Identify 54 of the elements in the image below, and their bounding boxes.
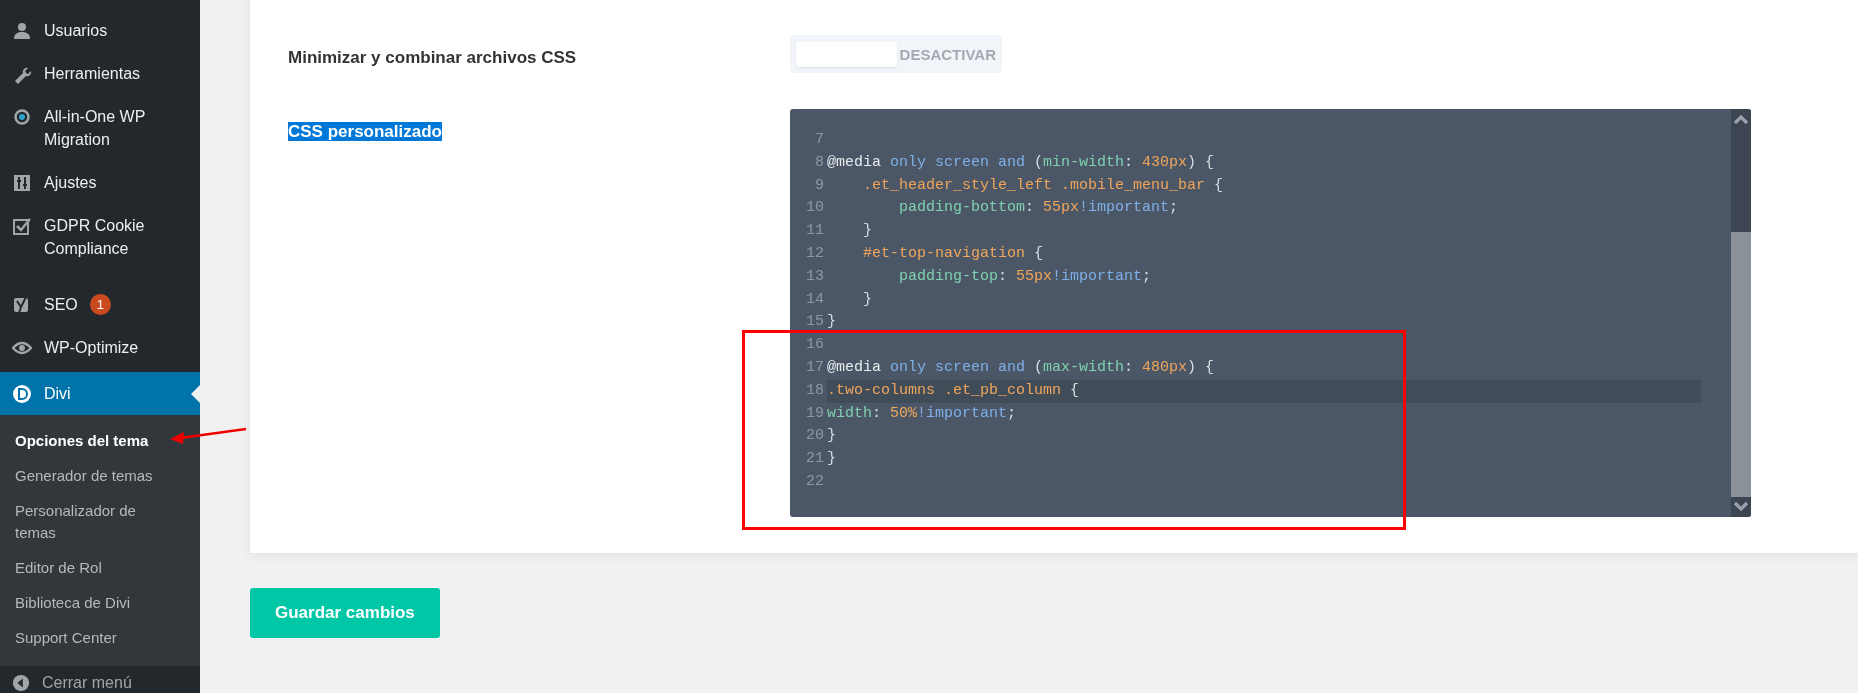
line-number: 12 [805, 244, 825, 264]
code-line: } [862, 221, 873, 242]
menu-item[interactable]: GDPR Cookie Compliance [0, 207, 200, 267]
code-line: padding-bottom: 55px!important; [898, 198, 1180, 219]
submenu-item[interactable]: Biblioteca de Divi [15, 585, 131, 620]
scrollbar[interactable] [1731, 109, 1751, 517]
code-line: #et-top-navigation { [862, 244, 1045, 264]
menu-item[interactable]: Ajustes [0, 164, 200, 201]
d-logo-icon [12, 384, 32, 404]
submenu-item[interactable]: Opciones del tema [15, 423, 149, 458]
line-number: 14 [805, 289, 825, 310]
setting-label: Minimizar y combinar archivos CSS [288, 48, 577, 67]
code-line: .et_header_style_left .mobile_menu_bar { [862, 175, 1225, 196]
code-line: @media only screen and (min-width: 430px) { [827, 152, 1216, 173]
notification-badge: 1 [89, 294, 111, 315]
code-line: padding-top: 55px!important; [898, 266, 1153, 287]
menu-item[interactable]: WP-Optimize [0, 329, 200, 366]
menu-item[interactable]: All-in-One WP Migration [0, 98, 200, 158]
line-number: 15 [805, 312, 825, 333]
submenu-item[interactable]: Editor de Rol [15, 550, 102, 585]
menu-item[interactable]: Usuarios [0, 12, 200, 49]
line-number: 9 [814, 175, 825, 196]
line-number: 17 [805, 357, 825, 378]
line-number: 13 [805, 266, 825, 287]
code-line: } [827, 426, 837, 447]
menu-item[interactable]: Divi [0, 372, 200, 415]
current-menu-pointer [191, 384, 200, 403]
menu-item[interactable]: Herramientas [0, 55, 200, 92]
setting-label: CSS personalizado [288, 122, 442, 141]
code-editor[interactable] [790, 109, 1751, 517]
sliders-icon [12, 173, 32, 193]
user-icon [12, 21, 32, 41]
checkbox-icon [12, 216, 32, 236]
line-number: 7 [814, 130, 825, 150]
collapse-menu-button[interactable]: Cerrar menú [0, 665, 200, 693]
line-number: 10 [805, 198, 825, 219]
menu-item[interactable]: SEO 1 [0, 286, 200, 323]
line-number: 22 [805, 471, 825, 492]
line-number: 18 [805, 380, 825, 401]
line-number: 19 [805, 403, 825, 424]
code-line: } [827, 312, 837, 333]
submenu-item[interactable]: Generador de temas [15, 458, 153, 493]
sync-icon [12, 107, 32, 127]
code-line: } [827, 449, 837, 470]
line-number: 21 [805, 449, 825, 470]
submenu-item[interactable]: Personalizador de temas [15, 493, 165, 550]
line-number: 16 [805, 335, 825, 356]
line-number: 8 [814, 152, 825, 173]
line-number: 20 [805, 426, 825, 447]
submenu-item[interactable]: Support Center [15, 620, 117, 655]
code-line: width: 50%!important; [827, 403, 1018, 424]
code-line: @media only screen and (max-width: 480px) { [827, 357, 1216, 378]
code-line: } [862, 289, 873, 310]
line-number: 11 [805, 221, 825, 242]
